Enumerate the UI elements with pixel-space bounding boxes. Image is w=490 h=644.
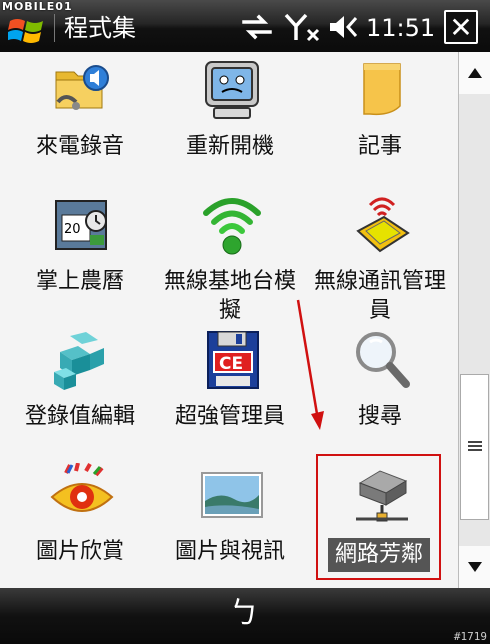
softkey-bar: ㄅ #1719 — [0, 588, 490, 644]
program-tile[interactable]: 無線基地台模擬 — [155, 189, 305, 323]
restart-icon — [205, 61, 259, 119]
notes-icon — [363, 63, 401, 116]
wireless-manager-icon — [356, 197, 410, 253]
picture-viewer-icon — [50, 463, 114, 512]
vertical-scrollbar[interactable] — [458, 52, 490, 588]
lunar-calendar-icon: 20 — [55, 200, 107, 250]
scroll-up-button[interactable] — [459, 52, 490, 94]
program-tile[interactable]: 圖片欣賞 — [5, 459, 155, 588]
program-label: 掌上農曆 — [35, 269, 124, 294]
program-tile[interactable]: 圖片與視訊 — [155, 459, 305, 588]
program-tile[interactable]: 20 掌上農曆 — [5, 189, 155, 323]
program-label: 圖片欣賞 — [35, 539, 124, 564]
image-id: #1719 — [453, 630, 487, 643]
program-label: 搜尋 — [357, 404, 402, 429]
program-label: 記事 — [357, 134, 402, 159]
program-label: 圖片與視訊 — [174, 539, 285, 564]
scroll-thumb[interactable] — [460, 374, 489, 520]
program-grid: 來電錄音 重新開機 記事 20 掌上農曆 無線基地台模擬 無線通訊管理員 登錄值… — [0, 52, 458, 588]
arrow-up-icon — [467, 68, 482, 78]
search-icon — [356, 332, 410, 388]
title-separator — [54, 14, 55, 42]
wireless-hotspot-icon — [203, 198, 261, 255]
program-tile[interactable]: 來電錄音 — [5, 54, 155, 188]
softkey-button[interactable]: ㄅ — [226, 596, 262, 632]
title-bar: MOBILE01 程式集 11:51 ✕ — [0, 0, 490, 52]
no-signal-icon[interactable] — [284, 12, 324, 42]
svg-text:20: 20 — [64, 222, 81, 237]
registry-editor-icon — [54, 332, 104, 390]
program-tile[interactable]: 記事 — [305, 54, 455, 188]
pictures-videos-icon — [201, 472, 263, 518]
program-tile[interactable]: 重新開機 — [155, 54, 305, 188]
status-icons — [240, 12, 360, 42]
page-title: 程式集 — [64, 14, 136, 42]
svg-text:CE: CE — [219, 354, 243, 374]
ce-manager-icon: CE — [207, 331, 259, 389]
selected-program-label: 網路芳鄰 — [328, 538, 430, 572]
volume-muted-icon[interactable] — [328, 12, 360, 42]
program-label: 無線通訊管理員 — [313, 269, 446, 323]
scroll-down-button[interactable] — [459, 546, 490, 588]
watermark: MOBILE01 — [2, 0, 73, 13]
program-tile[interactable]: 登錄值編輯 — [5, 324, 155, 458]
program-label: 來電錄音 — [35, 134, 124, 159]
program-label: 超強管理員 — [174, 404, 285, 429]
clock[interactable]: 11:51 — [366, 14, 435, 42]
call-recorder-icon — [55, 65, 109, 110]
connectivity-icon[interactable] — [240, 13, 274, 41]
program-tile[interactable]: CE 超強管理員 — [155, 324, 305, 458]
program-label: 無線基地台模擬 — [163, 269, 296, 323]
close-button[interactable]: ✕ — [444, 10, 478, 44]
program-label: 重新開機 — [185, 134, 274, 159]
program-tile[interactable]: 無線通訊管理員 — [305, 189, 455, 323]
program-tile[interactable]: 搜尋 — [305, 324, 455, 458]
program-label: 登錄值編輯 — [24, 404, 135, 429]
arrow-down-icon — [467, 562, 482, 572]
grip-icon — [468, 441, 482, 452]
windows-start-icon[interactable] — [8, 15, 44, 45]
